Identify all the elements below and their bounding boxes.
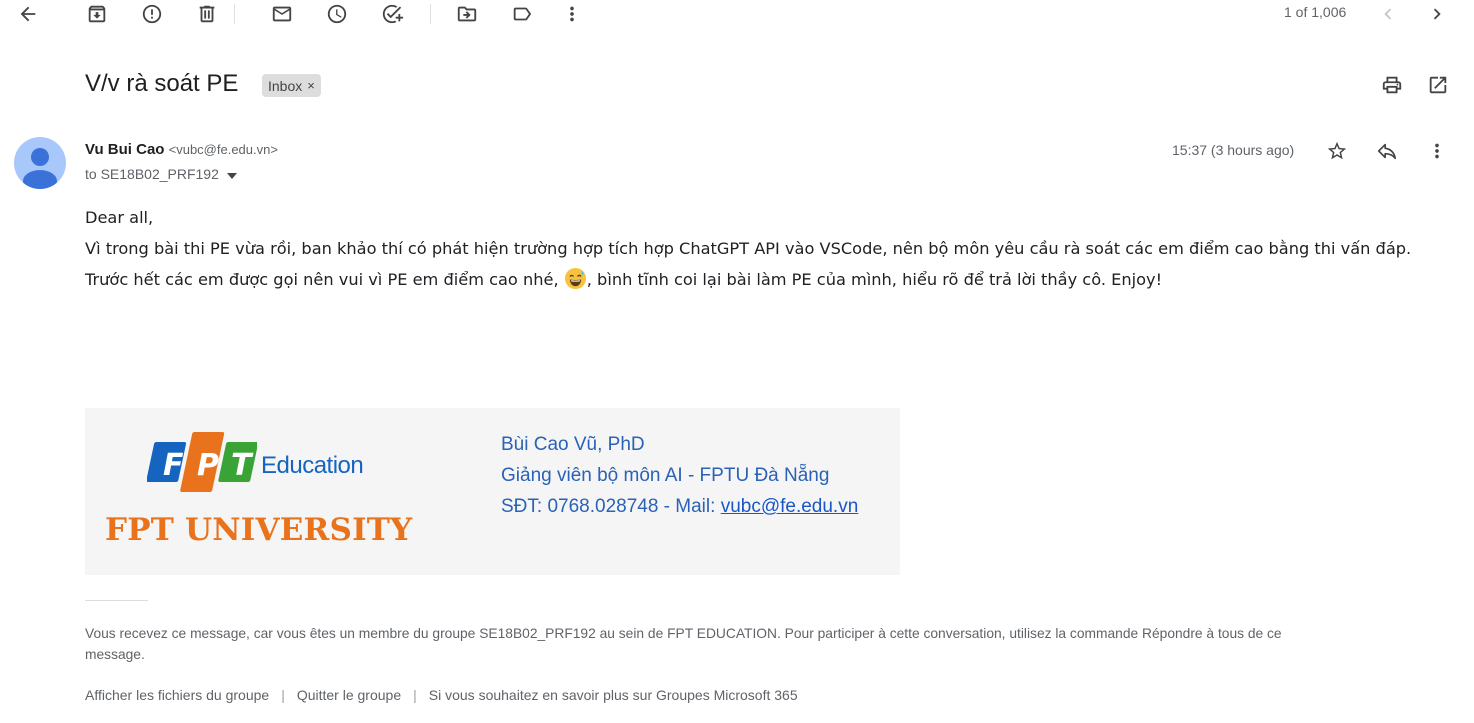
footer-separator: | <box>413 687 417 703</box>
pagination-count: 1 of 1,006 <box>1284 4 1347 20</box>
email-signature: F P T Education FPT UNIVERSITY Bùi Cao V… <box>85 408 900 575</box>
label-icon[interactable] <box>509 1 535 27</box>
show-details-dropdown-icon[interactable] <box>226 166 237 182</box>
more-vert-icon[interactable] <box>559 1 585 27</box>
signature-title: Giảng viên bộ môn AI - FPTU Đà Nẵng <box>501 465 830 486</box>
recipients-text: to SE18B02_PRF192 <box>85 166 219 182</box>
university-wordmark: FPT UNIVERSITY <box>105 512 413 548</box>
snooze-icon[interactable] <box>324 1 350 27</box>
body-paragraph-1: Vì trong bài thi PE vừa rồi, ban khảo th… <box>85 239 1412 258</box>
body-text-after-emoji: , bình tĩnh coi lại bài làm PE của mình,… <box>586 270 1163 289</box>
signature-name: Bùi Cao Vũ, PhD <box>501 434 645 455</box>
email-subject: V/v rà soát PE <box>85 70 239 97</box>
leave-group-link[interactable]: Quitter le groupe <box>297 687 401 703</box>
fpt-logo-letter-f: F <box>163 448 184 483</box>
print-icon[interactable] <box>1379 72 1405 98</box>
back-arrow-icon[interactable] <box>15 1 41 27</box>
report-spam-icon[interactable] <box>139 1 165 27</box>
group-membership-note: Vous recevez ce message, car vous êtes u… <box>85 626 1282 662</box>
archive-icon[interactable] <box>84 1 110 27</box>
fpt-logo-letter-t: T <box>231 448 254 483</box>
fpt-logo-letter-p: P <box>197 448 219 483</box>
message-more-vert-icon[interactable] <box>1424 138 1450 164</box>
body-paragraph-2: Trước hết các em được gọi nên vui vì PE … <box>85 264 1435 295</box>
reply-icon[interactable] <box>1374 138 1400 164</box>
body-text-before-emoji: Trước hết các em được gọi nên vui vì PE … <box>85 270 564 289</box>
footer-divider <box>85 600 148 601</box>
group-files-link[interactable]: Afficher les fichiers du groupe <box>85 687 269 703</box>
learn-more-groups-link[interactable]: Si vous souhaitez en savoir plus sur Gro… <box>429 687 798 703</box>
inbox-label-chip: Inbox × <box>262 74 321 97</box>
mark-unread-icon[interactable] <box>269 1 295 27</box>
recipients-line: to SE18B02_PRF192 <box>85 166 237 182</box>
older-chevron-right-icon[interactable] <box>1425 2 1449 26</box>
email-body: Dear all, Vì trong bài thi PE vừa rồi, b… <box>85 202 1435 295</box>
body-greeting: Dear all, <box>85 208 154 227</box>
footer-separator: | <box>281 687 285 703</box>
label-chip-text: Inbox <box>268 77 303 94</box>
remove-label-icon[interactable]: × <box>307 78 315 93</box>
sender-line: Vu Bui Cao <vubc@fe.edu.vn> <box>85 141 278 158</box>
sender-email: <vubc@fe.edu.vn> <box>168 142 278 157</box>
delete-icon[interactable] <box>194 1 220 27</box>
signature-contact: SĐT: 0768.028748 - Mail: vubc@fe.edu.vn <box>501 491 858 522</box>
signature-email-link[interactable]: vubc@fe.edu.vn <box>721 496 859 517</box>
email-timestamp: 15:37 (3 hours ago) <box>1172 142 1295 158</box>
group-footer-links: Afficher les fichiers du groupe | Quitte… <box>85 687 798 703</box>
star-icon[interactable] <box>1324 138 1350 164</box>
sender-name[interactable]: Vu Bui Cao <box>85 141 164 158</box>
fpt-logo: F P T <box>146 430 259 501</box>
add-task-icon[interactable] <box>379 1 405 27</box>
education-wordmark: Education <box>261 452 364 479</box>
signature-phone: SĐT: 0768.028748 - Mail: <box>501 496 721 517</box>
sender-avatar[interactable] <box>14 137 66 189</box>
newer-chevron-left-icon[interactable] <box>1376 2 1400 26</box>
signature-contact-info: Bùi Cao Vũ, PhD Giảng viên bộ môn AI - F… <box>501 429 858 522</box>
grinning-sweat-emoji-icon <box>564 267 587 290</box>
open-new-window-icon[interactable] <box>1425 72 1451 98</box>
move-to-icon[interactable] <box>454 1 480 27</box>
